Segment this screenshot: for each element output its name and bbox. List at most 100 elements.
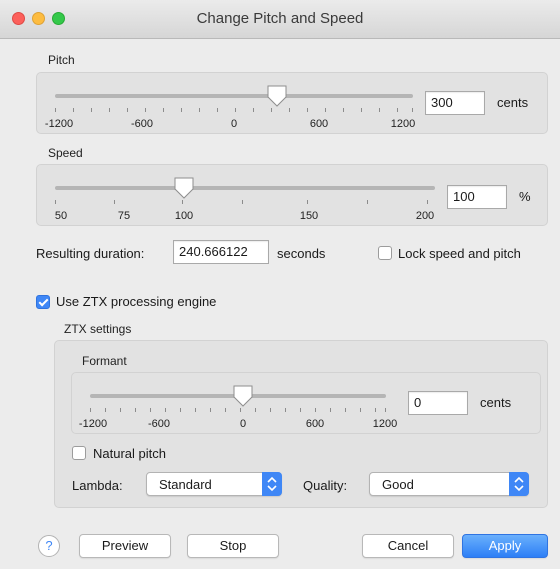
preview-button[interactable]: Preview (79, 534, 171, 558)
formant-tick (225, 408, 226, 412)
speed-group: 50 75 100 150 200 100 % (36, 164, 548, 226)
speed-tick (307, 200, 308, 204)
pitch-tick (145, 108, 146, 112)
pitch-tick (325, 108, 326, 112)
apply-button[interactable]: Apply (462, 534, 548, 558)
ztx-settings-label: ZTX settings (64, 322, 132, 336)
lambda-select[interactable]: Standard (146, 472, 282, 496)
formant-tick (330, 408, 331, 412)
pitch-unit: cents (497, 95, 529, 110)
pitch-tick (253, 108, 254, 112)
speed-tick (182, 200, 183, 204)
formant-unit: cents (480, 395, 512, 410)
formant-tick (195, 408, 196, 412)
pitch-tick-label: 1200 (390, 118, 416, 130)
formant-tick (285, 408, 286, 412)
pitch-slider-track[interactable] (55, 94, 413, 98)
duration-field[interactable]: 240.666122 (173, 240, 269, 264)
formant-tick (360, 408, 361, 412)
quality-select[interactable]: Good (369, 472, 529, 496)
formant-tick (150, 408, 151, 412)
speed-tick-label: 150 (299, 210, 319, 222)
lock-speed-pitch-label: Lock speed and pitch (398, 246, 521, 261)
formant-tick-label: -1200 (78, 418, 108, 430)
pitch-tick (412, 108, 413, 112)
speed-tick (367, 200, 368, 204)
formant-group: -1200 -600 0 600 1200 0 cents (71, 372, 541, 434)
formant-label: Formant (82, 354, 127, 368)
pitch-tick (379, 108, 380, 112)
pitch-tick-label: 600 (309, 118, 329, 130)
quality-value: Good (382, 477, 414, 492)
use-ztx-checkbox[interactable] (36, 295, 50, 309)
formant-tick (90, 408, 91, 412)
lock-speed-pitch-checkbox[interactable] (378, 246, 392, 260)
use-ztx-label: Use ZTX processing engine (56, 294, 217, 309)
formant-tick (165, 408, 166, 412)
ztx-settings-group: Formant -1200 -600 0 600 1200 0 cents Na… (54, 340, 548, 508)
pitch-tick-label: 0 (230, 118, 238, 130)
speed-unit: % (519, 189, 531, 204)
lambda-label: Lambda: (72, 478, 123, 493)
speed-tick (427, 200, 428, 204)
change-pitch-speed-dialog: Change Pitch and Speed Pitch -1200 -600 … (0, 0, 560, 569)
pitch-tick (181, 108, 182, 112)
speed-slider-track[interactable] (55, 186, 435, 190)
speed-tick (55, 200, 56, 204)
quality-label: Quality: (303, 478, 348, 493)
pitch-tick (271, 108, 272, 112)
formant-tick (345, 408, 346, 412)
formant-tick (300, 408, 301, 412)
title-bar: Change Pitch and Speed (0, 0, 560, 39)
select-arrows-icon (509, 472, 529, 496)
speed-tick-label: 75 (117, 210, 131, 222)
pitch-value-field[interactable]: 300 (425, 91, 485, 115)
pitch-label: Pitch (48, 53, 75, 67)
speed-slider-thumb[interactable] (173, 176, 195, 200)
pitch-tick-label: -1200 (44, 118, 74, 130)
formant-value-field[interactable]: 0 (408, 391, 468, 415)
pitch-tick (361, 108, 362, 112)
pitch-tick (73, 108, 74, 112)
formant-tick (120, 408, 121, 412)
pitch-tick (91, 108, 92, 112)
formant-tick-label: 600 (305, 418, 325, 430)
pitch-tick (127, 108, 128, 112)
speed-value-field[interactable]: 100 (447, 185, 507, 209)
formant-tick (210, 408, 211, 412)
window-title: Change Pitch and Speed (196, 10, 364, 27)
formant-tick (105, 408, 106, 412)
formant-tick (240, 408, 241, 412)
pitch-tick (289, 108, 290, 112)
natural-pitch-checkbox[interactable] (72, 446, 86, 460)
speed-tick (114, 200, 115, 204)
pitch-tick (235, 108, 236, 112)
pitch-tick (343, 108, 344, 112)
formant-tick (135, 408, 136, 412)
pitch-group: -1200 -600 0 600 1200 300 cents (36, 72, 548, 134)
pitch-slider-thumb[interactable] (266, 84, 288, 108)
speed-label: Speed (48, 146, 83, 160)
formant-tick (385, 408, 386, 412)
pitch-tick (217, 108, 218, 112)
formant-tick-label: -600 (147, 418, 171, 430)
duration-unit: seconds (277, 246, 326, 261)
help-button[interactable]: ? (38, 535, 60, 557)
formant-slider-thumb[interactable] (232, 384, 254, 408)
speed-tick-label: 50 (54, 210, 68, 222)
cancel-button[interactable]: Cancel (362, 534, 454, 558)
duration-label: Resulting duration: (36, 246, 145, 261)
speed-tick-label: 200 (415, 210, 435, 222)
pitch-tick (397, 108, 398, 112)
select-arrows-icon (262, 472, 282, 496)
formant-tick (270, 408, 271, 412)
formant-tick-label: 0 (239, 418, 247, 430)
formant-tick-label: 1200 (372, 418, 398, 430)
formant-tick (180, 408, 181, 412)
pitch-tick (307, 108, 308, 112)
pitch-tick-label: -600 (130, 118, 154, 130)
lambda-value: Standard (159, 477, 212, 492)
stop-button[interactable]: Stop (187, 534, 279, 558)
formant-tick (375, 408, 376, 412)
pitch-tick (55, 108, 56, 112)
